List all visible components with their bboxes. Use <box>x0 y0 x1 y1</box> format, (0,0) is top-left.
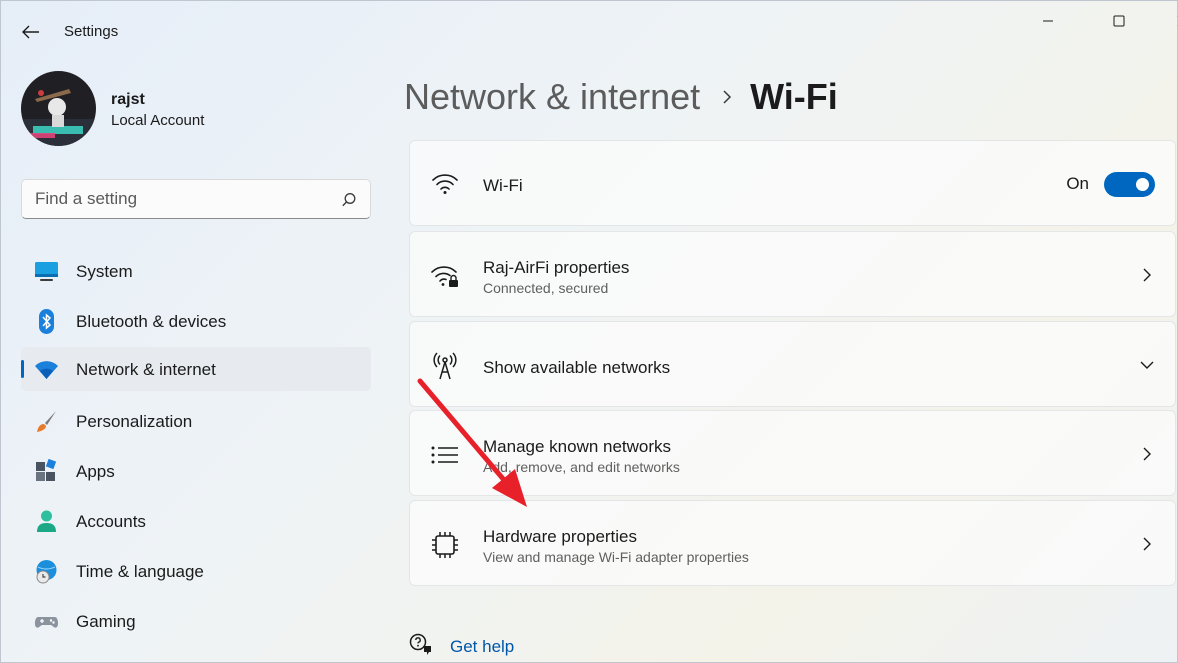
sidebar-item-label: Network & internet <box>76 360 216 379</box>
sidebar-item-label: Accounts <box>76 512 146 531</box>
breadcrumb-chevron-icon <box>722 89 732 105</box>
globe-clock-icon <box>36 560 57 584</box>
chip-icon <box>430 530 460 560</box>
toggle-knob <box>1136 178 1149 191</box>
page-title: Wi-Fi <box>750 76 838 117</box>
wifi-icon <box>35 361 58 379</box>
chevron-right-icon <box>1143 268 1151 282</box>
avatar-image <box>21 71 96 146</box>
maximize-icon <box>1113 15 1125 27</box>
sidebar-item-label: Gaming <box>76 612 136 631</box>
get-help-link[interactable]: Get help <box>450 637 514 657</box>
sidebar-item-bluetooth[interactable]: Bluetooth & devices <box>21 299 371 343</box>
known-networks-title: Manage known networks <box>483 437 672 456</box>
minimize-button[interactable] <box>1025 6 1071 36</box>
network-properties-title: Raj-AirFi properties <box>483 258 630 277</box>
list-icon <box>430 440 460 470</box>
sidebar-item-accounts[interactable]: Accounts <box>21 499 371 543</box>
sidebar-item-label: Apps <box>76 462 115 481</box>
available-networks-card[interactable]: Show available networks <box>409 321 1176 407</box>
chevron-right-icon <box>1143 537 1151 551</box>
search-box[interactable] <box>21 179 371 219</box>
sidebar-item-label: System <box>76 262 133 281</box>
close-button[interactable] <box>1160 6 1178 36</box>
gamepad-icon <box>34 617 59 628</box>
sidebar-item-personalization[interactable]: Personalization <box>21 399 371 443</box>
account-type: Local Account <box>111 112 205 129</box>
minimize-icon <box>1043 20 1053 22</box>
wifi-lock-icon <box>430 261 460 291</box>
title-bar: Settings <box>0 0 1178 62</box>
sidebar-item-gaming[interactable]: Gaming <box>21 599 371 643</box>
back-button[interactable] <box>14 18 48 46</box>
sidebar-item-time-language[interactable]: Time & language <box>21 549 371 593</box>
sidebar-item-apps[interactable]: Apps <box>21 449 371 493</box>
wifi-toggle-card[interactable]: Wi-Fi On <box>409 140 1176 226</box>
chevron-down-icon <box>1140 361 1154 369</box>
avatar[interactable] <box>21 71 96 146</box>
network-properties-card[interactable]: Raj-AirFi properties Connected, secured <box>409 231 1176 317</box>
wifi-title: Wi-Fi <box>483 176 523 195</box>
network-properties-subtitle: Connected, secured <box>483 280 609 296</box>
maximize-button[interactable] <box>1096 6 1142 36</box>
known-networks-subtitle: Add, remove, and edit networks <box>483 459 680 475</box>
hardware-properties-title: Hardware properties <box>483 527 638 546</box>
hardware-properties-card[interactable]: Hardware properties View and manage Wi-F… <box>409 500 1176 586</box>
apps-icon <box>36 459 57 481</box>
available-networks-title: Show available networks <box>483 358 671 377</box>
hardware-properties-subtitle: View and manage Wi-Fi adapter properties <box>483 549 749 565</box>
wifi-toggle[interactable] <box>1104 172 1155 197</box>
sidebar-item-label: Bluetooth & devices <box>76 312 227 331</box>
search-input[interactable] <box>35 188 325 210</box>
selection-indicator <box>21 360 24 378</box>
bluetooth-icon <box>39 309 54 334</box>
toggle-state-label: On <box>1066 174 1089 193</box>
chevron-right-icon <box>1143 447 1151 461</box>
search-icon[interactable] <box>340 191 358 209</box>
sidebar-item-label: Time & language <box>76 562 204 581</box>
known-networks-card[interactable]: Manage known networks Add, remove, and e… <box>409 410 1176 496</box>
breadcrumb-parent[interactable]: Network & internet <box>404 76 700 118</box>
wifi-signal-icon <box>430 169 460 199</box>
back-arrow-icon <box>22 25 39 39</box>
app-title: Settings <box>64 23 119 40</box>
user-name: rajst <box>111 91 145 108</box>
sidebar-item-system[interactable]: System <box>21 249 371 293</box>
help-icon[interactable] <box>409 633 433 657</box>
system-icon <box>35 262 58 281</box>
person-icon <box>37 510 56 532</box>
antenna-icon <box>430 351 460 381</box>
sidebar-item-label: Personalization <box>76 412 193 431</box>
brush-icon <box>37 411 56 432</box>
breadcrumb: Network & internet Wi-Fi <box>404 72 838 122</box>
sidebar-item-network[interactable]: Network & internet <box>21 347 371 391</box>
